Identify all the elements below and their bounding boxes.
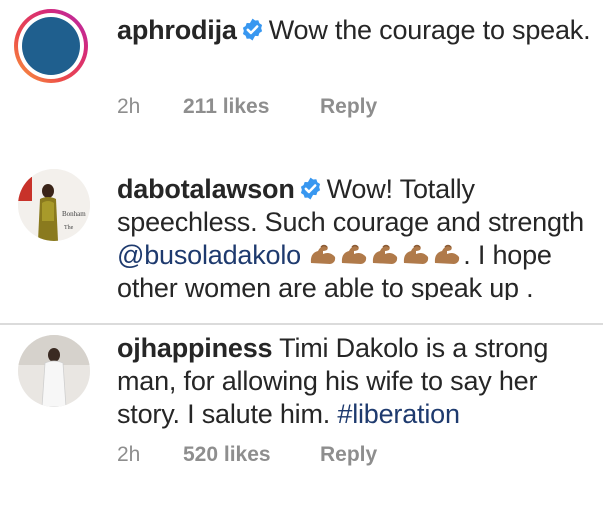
- avatar-image: [22, 17, 80, 75]
- likes-count[interactable]: 211 likes: [183, 95, 269, 119]
- flexed-biceps-emoji-icon: [435, 244, 460, 264]
- reply-button[interactable]: Reply: [320, 443, 377, 467]
- comment-body: Wow the courage to speak.: [268, 15, 591, 45]
- username[interactable]: aphrodija: [117, 15, 237, 45]
- comment-dabotalawson: Bonham The dabotalawson Wow! Totally spee…: [0, 160, 603, 300]
- comment-aphrodija: aphrodija Wow the courage to speak. 2h 21…: [0, 0, 603, 140]
- flexed-biceps-emoji-icon: [342, 244, 367, 264]
- reply-button[interactable]: Reply: [320, 95, 377, 119]
- comment-ojhappiness: ojhappiness Timi Dakolo is a strong man,…: [0, 326, 603, 514]
- verified-badge-icon: [242, 18, 262, 41]
- avatar-dabotalawson[interactable]: Bonham The: [18, 169, 90, 241]
- username[interactable]: dabotalawson: [117, 174, 295, 204]
- comment-text: aphrodija Wow the courage to speak.: [117, 14, 599, 47]
- timestamp: 2h: [117, 95, 141, 118]
- comment-text: ojhappiness Timi Dakolo is a strong man,…: [117, 332, 599, 431]
- comment-meta: 2h 211 likes Reply: [117, 95, 417, 121]
- avatar-aphrodija[interactable]: [14, 9, 88, 83]
- svg-text:Bonham: Bonham: [62, 210, 86, 218]
- likes-count[interactable]: 520 likes: [183, 443, 271, 467]
- timestamp: 2h: [117, 443, 141, 466]
- comment-meta: 2h 520 likes Reply: [117, 443, 417, 469]
- avatar-image: Bonham The: [18, 169, 90, 241]
- section-divider: [0, 323, 603, 325]
- flexed-biceps-emoji-icon: [404, 244, 429, 264]
- flexed-biceps-emoji-icon: [311, 244, 336, 264]
- comment-text: dabotalawson Wow! Totally speechless. Suc…: [117, 173, 599, 300]
- username[interactable]: ojhappiness: [117, 333, 273, 363]
- hashtag-link[interactable]: #liberation: [337, 399, 460, 429]
- verified-badge-icon: [300, 177, 320, 200]
- svg-text:The: The: [64, 225, 74, 231]
- flexed-biceps-emoji-icon: [373, 244, 398, 264]
- avatar-image: [18, 335, 90, 407]
- avatar-ojhappiness[interactable]: [18, 335, 90, 407]
- mention-link[interactable]: @busoladakolo: [117, 240, 301, 270]
